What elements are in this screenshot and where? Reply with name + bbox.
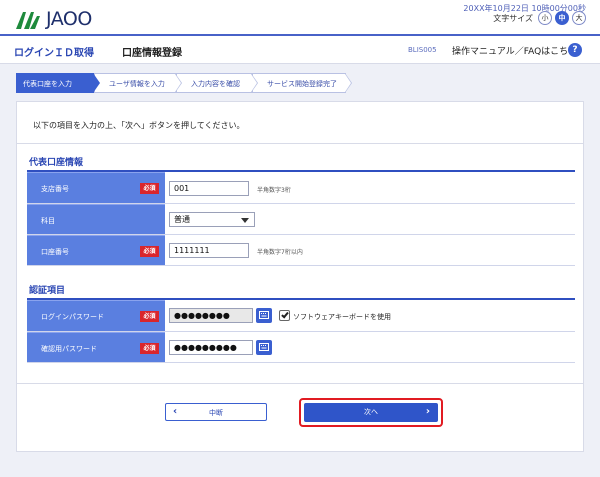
required-badge: 必須 <box>140 343 159 354</box>
cancel-button[interactable]: ‹ 中断 <box>165 403 267 421</box>
software-keyboard-label[interactable]: ソフトウェアキーボードを使用 <box>293 312 391 322</box>
subject-label: 科目 <box>41 217 55 225</box>
password-label-cell: ログインパスワード 必須 <box>27 300 165 331</box>
software-keyboard-button-confirm[interactable] <box>256 340 272 355</box>
password-label: ログインパスワード <box>41 313 104 321</box>
font-size-large-button[interactable]: 大 <box>572 11 586 25</box>
manual-faq-link[interactable]: 操作マニュアル／FAQはこちら <box>452 44 577 57</box>
cancel-button-label: 中断 <box>209 409 223 417</box>
login-id-heading: ログインＩＤ取得 <box>14 48 94 59</box>
checkmark-icon <box>281 310 289 319</box>
page-title: 口座情報登録 <box>122 48 182 59</box>
login-password-input[interactable]: ●●●●●●●● <box>169 308 253 323</box>
header: JAOO 20XX年10月22日 10時00分00秒 文字サイズ 小 中 大 <box>0 0 600 34</box>
account-number-row: 口座番号 必須 1111111 半角数字7桁以内 <box>27 235 575 266</box>
branch-number-input[interactable]: 001 <box>169 181 249 196</box>
font-size-label: 文字サイズ <box>493 13 533 23</box>
software-keyboard-checkbox[interactable] <box>279 310 290 321</box>
step-2-label: ユーザ情報を入力 <box>109 80 165 88</box>
font-size-small-button[interactable]: 小 <box>538 11 552 25</box>
required-badge: 必須 <box>140 246 159 257</box>
branch-hint: 半角数字3桁 <box>257 187 291 194</box>
next-button[interactable]: 次へ › <box>304 403 438 422</box>
branch-label-cell: 支店番号 必須 <box>27 172 165 203</box>
required-badge: 必須 <box>140 183 159 194</box>
chevron-right-icon: › <box>425 406 430 417</box>
subject-row: 科目 普通 <box>27 204 575 235</box>
step-4: サービス開始登録完了 <box>252 73 352 93</box>
next-button-label: 次へ <box>364 408 378 416</box>
password-row: ログインパスワード 必須 ●●●●●●●● ソフトウェアキーボードを使用 <box>27 300 575 332</box>
logo-text: JAOO <box>46 8 92 30</box>
keyboard-icon <box>259 311 269 319</box>
subject-select[interactable]: 普通 <box>169 212 255 227</box>
branch-row: 支店番号 必須 001 半角数字3桁 <box>27 172 575 204</box>
step-1: 代表口座を入力 <box>16 73 100 93</box>
required-badge: 必須 <box>140 311 159 322</box>
title-bar: ログインＩＤ取得 口座情報登録 BLIS005 操作マニュアル／FAQはこちら … <box>0 34 600 64</box>
account-section-title: 代表口座情報 <box>29 158 84 168</box>
confirm-password-input[interactable]: ●●●●●●●●● <box>169 340 253 355</box>
step-3: 入力内容を確認 <box>176 73 258 93</box>
ja-logo[interactable]: JAOO <box>14 9 92 29</box>
branch-label: 支店番号 <box>41 185 69 193</box>
subject-label-cell: 科目 <box>27 204 165 234</box>
account-number-label: 口座番号 <box>41 248 69 256</box>
divider <box>17 143 583 144</box>
subject-selected-value: 普通 <box>174 215 190 224</box>
software-keyboard-button[interactable] <box>256 308 272 323</box>
confirm-password-row: 確認用パスワード 必須 ●●●●●●●●● <box>27 332 575 363</box>
ja-logo-mark-icon <box>16 12 40 29</box>
auth-section-title: 認証項目 <box>29 286 66 296</box>
instruction-text: 以下の項目を入力の上、「次へ」ボタンを押してください。 <box>33 121 245 130</box>
page-code: BLIS005 <box>408 46 437 54</box>
chevron-down-icon <box>241 218 249 223</box>
confirm-password-label-cell: 確認用パスワード 必須 <box>27 332 165 362</box>
main-content: 以下の項目を入力の上、「次へ」ボタンを押してください。 代表口座情報 支店番号 … <box>16 101 584 452</box>
account-number-label-cell: 口座番号 必須 <box>27 235 165 265</box>
confirm-password-label: 確認用パスワード <box>41 345 97 353</box>
progress-steps: 代表口座を入力 ユーザ情報を入力 入力内容を確認 サービス開始登録完了 <box>16 73 352 93</box>
step-1-label: 代表口座を入力 <box>23 80 72 88</box>
font-size-selector: 文字サイズ 小 中 大 <box>493 11 586 25</box>
font-size-medium-button[interactable]: 中 <box>555 11 569 25</box>
account-number-hint: 半角数字7桁以内 <box>257 249 303 256</box>
keyboard-icon <box>259 343 269 351</box>
account-number-input[interactable]: 1111111 <box>169 243 249 258</box>
divider <box>17 383 583 384</box>
help-icon[interactable]: ? <box>568 43 582 57</box>
step-2: ユーザ情報を入力 <box>94 73 182 93</box>
step-3-label: 入力内容を確認 <box>191 80 240 88</box>
step-4-label: サービス開始登録完了 <box>267 80 337 88</box>
